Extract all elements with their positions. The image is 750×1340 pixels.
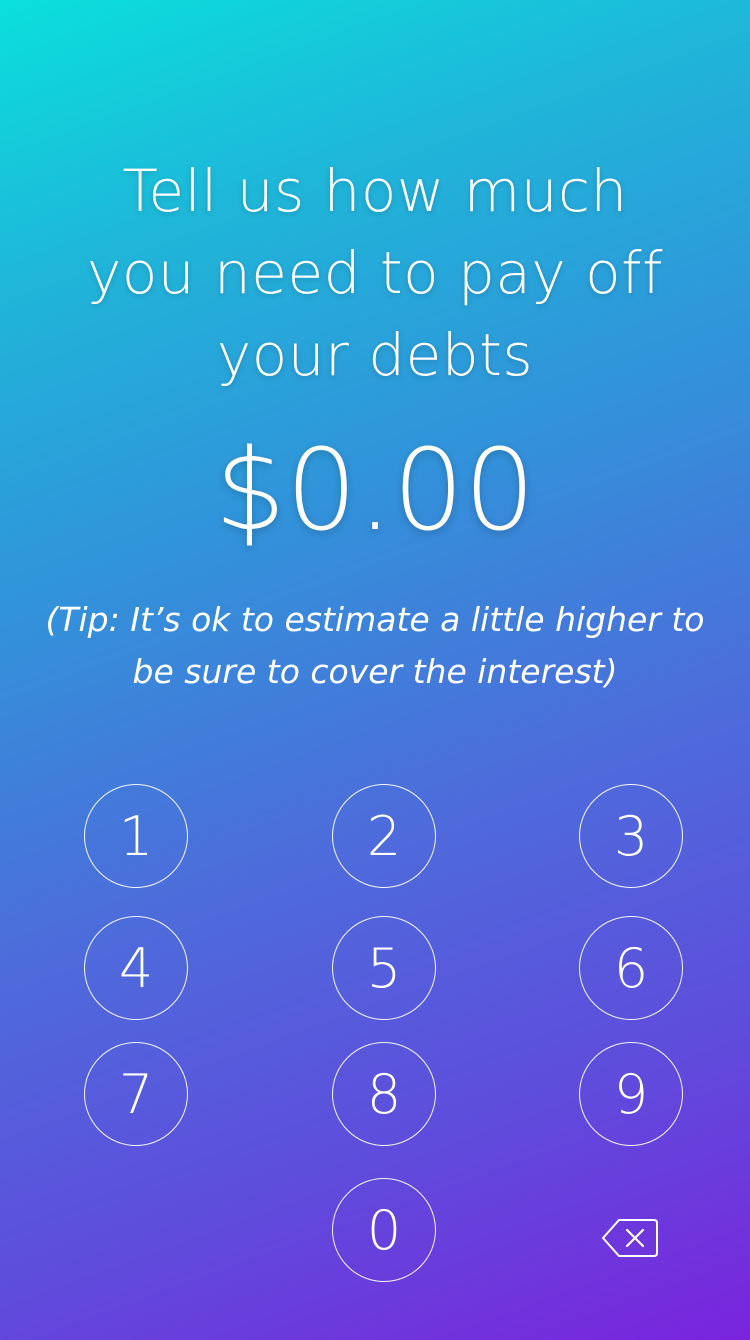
key-7[interactable]: 7 bbox=[84, 1042, 188, 1146]
tip-text: (Tip: It’s ok to estimate a little highe… bbox=[0, 594, 750, 698]
key-6[interactable]: 6 bbox=[579, 916, 683, 1020]
key-5[interactable]: 5 bbox=[332, 916, 436, 1020]
backspace-icon bbox=[602, 1219, 658, 1257]
prompt-line-3: your debts bbox=[216, 321, 534, 389]
key-3[interactable]: 3 bbox=[579, 784, 683, 888]
key-4[interactable]: 4 bbox=[84, 916, 188, 1020]
tip-line-1: (Tip: It’s ok to estimate a little highe… bbox=[45, 600, 705, 639]
tip-line-2: be sure to cover the interest) bbox=[132, 652, 618, 691]
key-1[interactable]: 1 bbox=[84, 784, 188, 888]
amount-display: $0.00 bbox=[214, 426, 536, 556]
key-8[interactable]: 8 bbox=[332, 1042, 436, 1146]
prompt-line-2: you need to pay off bbox=[87, 239, 663, 307]
key-0[interactable]: 0 bbox=[332, 1178, 436, 1282]
key-9[interactable]: 9 bbox=[579, 1042, 683, 1146]
backspace-button[interactable] bbox=[600, 1217, 660, 1259]
prompt-line-1: Tell us how much bbox=[122, 157, 628, 225]
prompt-heading: Tell us how much you need to pay off you… bbox=[0, 150, 750, 396]
key-2[interactable]: 2 bbox=[332, 784, 436, 888]
